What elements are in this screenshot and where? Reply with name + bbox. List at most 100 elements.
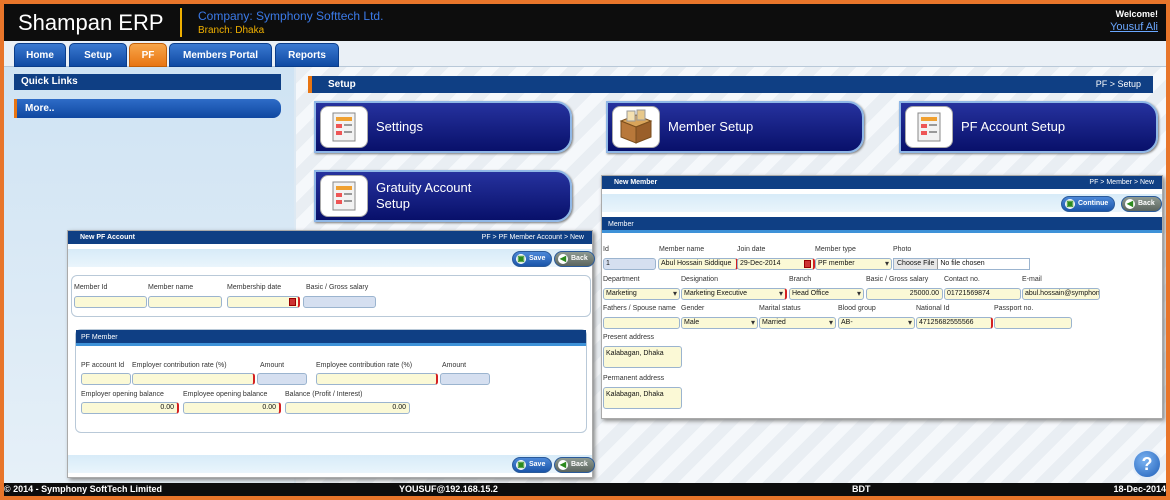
- app-title: Shampan ERP: [18, 10, 164, 35]
- employer-opening-input[interactable]: 0.00: [81, 402, 179, 414]
- father-label: Fathers / Spouse name: [603, 305, 676, 312]
- contact-input[interactable]: 01721569874: [944, 288, 1021, 300]
- membership-date-label: Membership date: [227, 284, 282, 291]
- quick-links-title: Quick Links: [14, 74, 281, 90]
- calendar-icon[interactable]: [289, 298, 296, 306]
- settings-doc-icon: [320, 106, 368, 148]
- setup-header: Setup PF > Setup: [308, 76, 1153, 93]
- save-icon: ▣: [516, 460, 526, 470]
- panel-header: New PF Account PF > PF Member Account > …: [68, 231, 592, 244]
- permanent-address-input[interactable]: Kalabagan, Dhaka: [603, 387, 682, 409]
- calendar-icon[interactable]: [804, 260, 811, 268]
- breadcrumb: PF > Setup: [1095, 79, 1141, 89]
- tile-label: Settings: [376, 119, 423, 134]
- member-type-select[interactable]: PF member: [815, 258, 892, 270]
- gratuity-account-setup-tile[interactable]: Gratuity Account Setup: [314, 170, 572, 222]
- gender-label: Gender: [681, 305, 705, 312]
- back-arrow-icon: ◀: [558, 460, 568, 470]
- user-link[interactable]: Yousuf Ali: [1110, 21, 1158, 33]
- amount-label: Amount: [260, 362, 285, 369]
- blood-select[interactable]: AB-: [838, 317, 915, 329]
- back-button[interactable]: ◀ Back: [554, 457, 595, 473]
- member-box-icon: [612, 106, 660, 148]
- member-section-title: Member: [602, 217, 1162, 233]
- branch-name: Branch: Dhaka: [198, 25, 265, 36]
- member-id-input[interactable]: [74, 296, 147, 308]
- amount-label: Amount: [442, 362, 467, 369]
- passport-input[interactable]: [994, 317, 1072, 329]
- tile-label: Gratuity Account Setup: [376, 180, 472, 211]
- blood-label: Blood group: [838, 305, 876, 312]
- date-text: 18-Dec-2014: [1113, 484, 1166, 494]
- app-window: Shampan ERP Company: Symphony Softtech L…: [0, 0, 1170, 500]
- balance-input[interactable]: 0.00: [285, 402, 410, 414]
- branch-label: Branch: [789, 276, 812, 283]
- gender-select[interactable]: Male: [681, 317, 758, 329]
- department-select[interactable]: Marketing: [603, 288, 680, 300]
- tile-label: Member Setup: [668, 119, 754, 134]
- passport-label: Passport no.: [994, 305, 1034, 312]
- currency-text: BDT: [852, 484, 871, 494]
- setup-title: Setup: [328, 79, 356, 90]
- photo-label: Photo: [893, 246, 912, 253]
- join-date-label: Join date: [737, 246, 766, 253]
- save-button[interactable]: ▣ Save: [512, 251, 553, 267]
- member-name-input[interactable]: Abul Hossain Siddique: [658, 258, 738, 270]
- basic-salary-input: [303, 296, 376, 308]
- pf-account-id-input[interactable]: [81, 373, 131, 385]
- photo-file-input[interactable]: Choose File No file chosen: [893, 258, 1030, 270]
- marital-select[interactable]: Married: [759, 317, 836, 329]
- employee-opening-label: Employee opening balance: [183, 391, 268, 398]
- nid-input[interactable]: 47125682555566: [916, 317, 993, 329]
- breadcrumb: PF > Member > New: [1089, 179, 1154, 186]
- nid-label: National Id: [916, 305, 950, 312]
- tab-members-portal[interactable]: Members Portal: [169, 43, 272, 67]
- help-button[interactable]: ?: [1132, 449, 1162, 479]
- user-ip-text: YOUSUF@192.168.15.2: [399, 484, 498, 494]
- employee-rate-input[interactable]: [316, 373, 438, 385]
- id-input: 1: [603, 258, 656, 270]
- branch-select[interactable]: Head Office: [789, 288, 864, 300]
- pf-member-section: PF Member PF account Id Employer contrib…: [75, 329, 587, 433]
- quick-links-more[interactable]: More..: [14, 99, 281, 118]
- tab-pf[interactable]: PF: [129, 43, 167, 67]
- tab-setup[interactable]: Setup: [69, 43, 127, 67]
- id-label: Id: [603, 246, 609, 253]
- member-name-input[interactable]: [148, 296, 222, 308]
- email-input[interactable]: abul.hossain@symphony: [1022, 288, 1100, 300]
- member-setup-tile[interactable]: Member Setup: [606, 101, 864, 153]
- pf-account-setup-tile[interactable]: PF Account Setup: [899, 101, 1158, 153]
- present-address-label: Present address: [603, 334, 654, 341]
- salary-input[interactable]: 25000.00: [866, 288, 943, 300]
- employer-rate-label: Employer contribution rate (%): [132, 362, 227, 369]
- back-button[interactable]: ◀ Back: [1121, 196, 1162, 212]
- panel-title: New Member: [614, 179, 658, 186]
- main-nav: Home Setup PF Members Portal Reports: [4, 41, 1166, 67]
- father-input[interactable]: [603, 317, 680, 329]
- back-arrow-icon: ◀: [1125, 199, 1135, 209]
- join-date-input[interactable]: 29-Dec-2014: [737, 258, 815, 270]
- member-name-label: Member name: [148, 284, 194, 291]
- gratuity-doc-icon: [320, 175, 368, 217]
- new-pf-account-panel: New PF Account PF > PF Member Account > …: [67, 230, 595, 478]
- tab-home[interactable]: Home: [14, 43, 66, 67]
- save-button[interactable]: ▣ Save: [512, 457, 553, 473]
- designation-label: Designation: [681, 276, 718, 283]
- tab-reports[interactable]: Reports: [275, 43, 339, 67]
- membership-date-input[interactable]: [227, 296, 300, 308]
- continue-button[interactable]: ▣ Continue: [1061, 196, 1116, 212]
- settings-tile[interactable]: Settings: [314, 101, 572, 153]
- contact-label: Contact no.: [944, 276, 980, 283]
- pf-account-doc-icon: [905, 106, 953, 148]
- employer-rate-input[interactable]: [132, 373, 255, 385]
- designation-select[interactable]: Marketing Executive: [681, 288, 787, 300]
- tile-label: PF Account Setup: [961, 119, 1066, 134]
- present-address-input[interactable]: Kalabagan, Dhaka: [603, 346, 682, 368]
- permanent-address-label: Permanent address: [603, 375, 665, 382]
- choose-file-button[interactable]: Choose File: [894, 259, 939, 269]
- save-icon: ▣: [516, 254, 526, 264]
- back-button[interactable]: ◀ Back: [554, 251, 595, 267]
- member-type-label: Member type: [815, 246, 856, 253]
- employee-opening-input[interactable]: 0.00: [183, 402, 281, 414]
- account-info-section: Member Id Member name Membership date Ba…: [71, 275, 591, 317]
